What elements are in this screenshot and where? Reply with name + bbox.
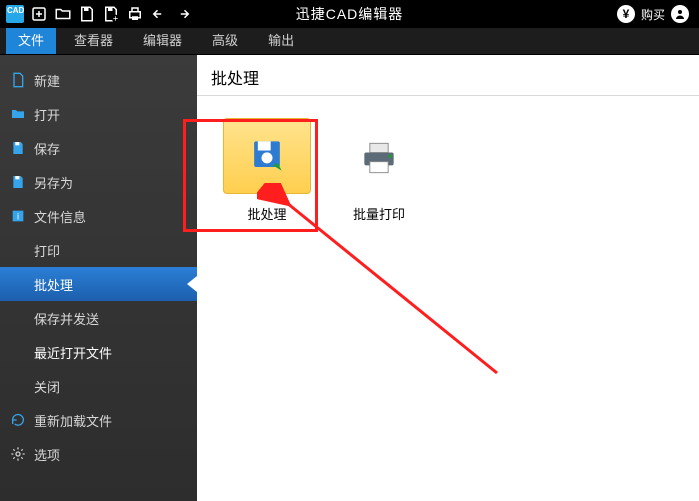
menu-label: 重新加载文件 [34,411,112,430]
tile-label: 批处理 [247,207,286,222]
reload-icon [10,412,26,428]
buy-link[interactable]: 购买 [641,6,665,23]
title-bar: CAD 迅捷CAD编辑器 ¥ 购买 [0,0,699,28]
menu-label: 选项 [34,445,60,464]
menu-label: 保存并发送 [34,309,99,328]
menu-label: 关闭 [34,377,60,396]
folder-open-icon [10,106,26,122]
menu-batch[interactable]: 批处理 [0,267,197,301]
workspace: 新建 打开 保存 另存为 i 文件信息 打印 批处理 [0,55,699,501]
menu-print[interactable]: 打印 [0,233,197,267]
menu-label: 打印 [34,241,60,260]
menu-label: 批处理 [34,275,73,294]
batch-save-icon [223,118,311,194]
batch-print-icon [335,118,423,194]
menu-recent-files[interactable]: 最近打开文件 [0,335,197,369]
tab-viewer[interactable]: 查看器 [62,25,125,54]
new-file-icon[interactable] [30,5,48,23]
print-icon[interactable] [126,5,144,23]
tile-label: 批量打印 [353,207,405,222]
undo-icon[interactable] [150,5,168,23]
save-icon[interactable] [78,5,96,23]
ribbon-tabs: 文件 查看器 编辑器 高级 输出 [0,28,699,55]
menu-label: 文件信息 [34,207,86,226]
menu-reload-file[interactable]: 重新加载文件 [0,403,197,437]
menu-label: 打开 [34,105,60,124]
tile-batch-print[interactable]: 批量打印 [335,118,423,223]
menu-open[interactable]: 打开 [0,97,197,131]
menu-save-and-send[interactable]: 保存并发送 [0,301,197,335]
menu-options[interactable]: 选项 [0,437,197,471]
currency-icon[interactable]: ¥ [617,5,635,23]
app-title: 迅捷CAD编辑器 [296,4,404,24]
file-icon [10,72,26,88]
tab-editor[interactable]: 编辑器 [131,25,194,54]
gear-icon [10,446,26,462]
save-icon [10,140,26,156]
content-heading: 批处理 [197,55,699,96]
tab-file[interactable]: 文件 [6,25,56,54]
save-as-icon[interactable] [102,5,120,23]
menu-close[interactable]: 关闭 [0,369,197,403]
save-as-icon [10,174,26,190]
open-file-icon[interactable] [54,5,72,23]
menu-new[interactable]: 新建 [0,63,197,97]
tile-batch-process[interactable]: 批处理 [223,118,311,223]
menu-file-info[interactable]: i 文件信息 [0,199,197,233]
tiles-row: 批处理 批量打印 [197,96,699,245]
file-menu: 新建 打开 保存 另存为 i 文件信息 打印 批处理 [0,55,197,501]
info-icon: i [10,208,26,224]
redo-icon[interactable] [174,5,192,23]
content-pane: 批处理 批处理 [197,55,699,501]
titlebar-right: ¥ 购买 [617,5,699,23]
menu-label: 最近打开文件 [34,343,112,362]
menu-label: 保存 [34,139,60,158]
user-icon[interactable] [671,5,689,23]
menu-save-as[interactable]: 另存为 [0,165,197,199]
menu-label: 新建 [34,71,60,90]
tab-advanced[interactable]: 高级 [200,25,250,54]
app-icon: CAD [6,5,24,23]
svg-text:i: i [17,211,19,221]
menu-save[interactable]: 保存 [0,131,197,165]
quick-access-toolbar: CAD [0,5,192,23]
menu-label: 另存为 [34,173,73,192]
tab-output[interactable]: 输出 [256,25,306,54]
